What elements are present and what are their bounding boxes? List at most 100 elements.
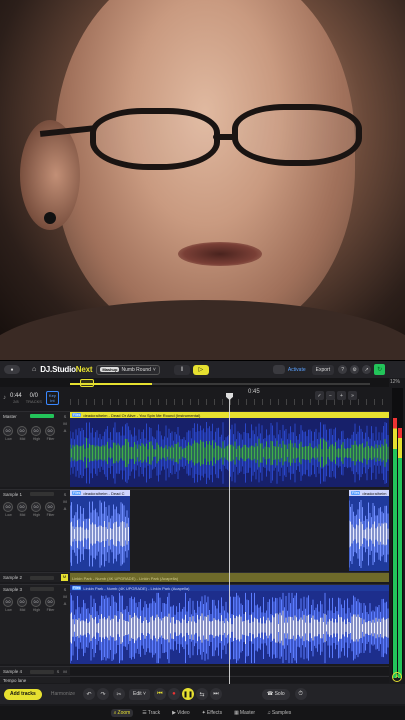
mute-icon[interactable]: M <box>62 594 68 599</box>
key-button[interactable]: Key Int <box>45 391 59 405</box>
knob-filter[interactable]: 0.0 Filter <box>45 502 56 517</box>
knob-high[interactable]: 0.0 High <box>31 597 42 612</box>
solo-icon[interactable]: S <box>62 414 68 419</box>
nav-samples[interactable]: ♫ Samples <box>264 709 294 717</box>
logo-next: Next <box>75 365 93 374</box>
video-preview <box>0 0 405 360</box>
automix-icon[interactable]: A <box>392 672 402 682</box>
zoom-out-icon[interactable]: − <box>326 391 335 400</box>
track-icon: ☰ <box>142 710 147 716</box>
overview-scroller[interactable] <box>0 378 389 387</box>
tempo-lane-header[interactable]: Tempo lane <box>0 676 70 683</box>
knob-low[interactable]: 0.0 Low <box>3 597 14 612</box>
nav-label: Samples <box>271 710 292 716</box>
nav-master[interactable]: ▦ Master <box>231 709 258 717</box>
glasses-lens-right <box>232 104 362 166</box>
volume-fader[interactable] <box>30 576 54 580</box>
track-header-master[interactable]: Master S M A 0.0 Low 0.0 Mid 0.0 High 0.0 Fi… <box>0 411 70 487</box>
volume-fader[interactable] <box>30 492 54 496</box>
meter-left <box>393 418 397 678</box>
knob-high[interactable]: 0.0 High <box>31 426 42 441</box>
knob-mid[interactable]: 0.0 Mid <box>17 502 28 517</box>
time-readout: 0:44 2/8 <box>10 393 22 404</box>
knob-value: 0.0 <box>17 597 27 607</box>
knob-filter[interactable]: 0.0 Filter <box>45 597 56 612</box>
project-selector[interactable]: Mashup Numb Round ˅ <box>96 364 160 375</box>
knob-value: 0.0 <box>31 426 41 436</box>
clip-block[interactable]: Files deadcraiheim <box>349 490 389 571</box>
overview-handle[interactable] <box>80 379 94 387</box>
knob-mid[interactable]: 0.0 Mid <box>17 597 28 612</box>
track-header-sample-1[interactable]: Sample 1 S M A 0.0 Low 0.0 Mid 0.0 High 0.0… <box>0 489 70 571</box>
mute-icon[interactable]: M <box>62 499 68 504</box>
mute-icon[interactable]: M <box>61 574 68 581</box>
knob-low[interactable]: 0.0 Low <box>3 502 14 517</box>
nav-track[interactable]: ☰ Track <box>139 709 163 717</box>
library-icon[interactable]: ‖ <box>173 364 190 375</box>
nav-zoom[interactable]: ⌕ Zoom <box>110 709 134 717</box>
tempo-icon[interactable]: ⏱ <box>294 688 307 700</box>
knob-filter[interactable]: 0.0 Filter <box>45 426 56 441</box>
marker-icon[interactable]: ✓ <box>315 391 324 400</box>
clip-title: Linkin Park - Numb (4K UPGRADE) - Linkin… <box>83 585 190 591</box>
knob-label: High <box>32 513 41 517</box>
eq-knobs: 0.0 Low 0.0 Mid 0.0 High 0.0 Filter <box>3 597 56 612</box>
pause-icon[interactable]: ❚❚ <box>181 688 194 700</box>
sync-icon[interactable]: ↻ <box>374 364 386 375</box>
arm-icon[interactable]: A <box>62 428 68 433</box>
solo-icon[interactable]: S <box>62 492 68 497</box>
edit-dropdown[interactable]: Edit ˅ <box>129 688 150 700</box>
nav-effects[interactable]: ✦ Effects <box>199 709 225 717</box>
knob-value: 0.0 <box>3 597 13 607</box>
transport-info: ♪ 0:44 2/8 0/0 TRACKS Key Int <box>0 387 70 409</box>
redo-icon[interactable]: ↷ <box>97 688 110 700</box>
undo-icon[interactable]: ↶ <box>83 688 96 700</box>
activate-link[interactable]: Activate <box>288 367 306 373</box>
knob-high[interactable]: 0.0 High <box>31 502 42 517</box>
solo-icon[interactable]: S <box>55 669 61 674</box>
scissors-icon[interactable]: ✂ <box>113 688 126 700</box>
add-tracks-button[interactable]: Add tracks <box>4 688 42 700</box>
logo-studio: Studio <box>52 365 76 374</box>
help-icon[interactable]: ? <box>338 365 348 374</box>
settings-icon[interactable]: ⚙ <box>350 365 360 374</box>
track-name: Sample 3 <box>3 587 23 592</box>
track-header-sample-2[interactable]: Sample 2 M <box>0 572 70 582</box>
mixer-view-icon[interactable]: ▷ <box>192 364 209 375</box>
menu-toggle[interactable]: ● <box>4 365 20 374</box>
ruler-time-label: 0:45 <box>248 389 260 395</box>
volume-fader[interactable] <box>30 670 54 674</box>
mute-icon[interactable]: M <box>62 669 68 674</box>
clip-tag: Files <box>72 491 82 495</box>
loop-icon[interactable]: ⇆ <box>195 688 208 700</box>
fast-forward-icon[interactable]: » <box>348 391 357 400</box>
bars-sub: TRACKS <box>25 398 42 404</box>
track-header-sample-4[interactable]: Sample 4 S M <box>0 666 70 675</box>
solo-icon[interactable]: S <box>62 587 68 592</box>
previous-icon[interactable]: ⏮ <box>153 688 166 700</box>
knob-value: 0.0 <box>17 426 27 436</box>
knob-low[interactable]: 0.0 Low <box>3 426 14 441</box>
harmonize-button[interactable]: Harmonize <box>51 691 75 697</box>
volume-fader[interactable] <box>30 414 54 418</box>
bottom-nav: ⌕ Zoom ☰ Track ▶ Video ✦ Effects ▦ Master ♫ Sa… <box>0 706 405 720</box>
home-icon[interactable]: ⌂ <box>32 366 36 373</box>
track-header-sample-3[interactable]: Sample 3 S M A 0.0 Low 0.0 Mid 0.0 High 0.0… <box>0 584 70 664</box>
solo-button[interactable]: ☎ Solo <box>261 688 290 700</box>
nav-video[interactable]: ▶ Video <box>169 709 193 717</box>
waveform-sample-1b <box>349 500 389 568</box>
clip-tag: Files <box>351 491 361 495</box>
record-icon[interactable]: ● <box>167 688 180 700</box>
knob-label: Low <box>5 608 12 612</box>
arm-icon[interactable]: A <box>62 601 68 606</box>
knob-mid[interactable]: 0.0 Mid <box>17 426 28 441</box>
next-icon[interactable]: ⏭ <box>209 688 222 700</box>
account-icon[interactable] <box>272 365 285 374</box>
export-button[interactable]: Export <box>311 364 335 375</box>
volume-fader[interactable] <box>30 587 54 591</box>
zoom-in-icon[interactable]: + <box>337 391 346 400</box>
mute-icon[interactable]: M <box>62 421 68 426</box>
share-icon[interactable]: ↗ <box>362 365 372 374</box>
clip-block[interactable]: Files deadcraiheim - Dead C <box>70 490 130 571</box>
arm-icon[interactable]: A <box>62 506 68 511</box>
